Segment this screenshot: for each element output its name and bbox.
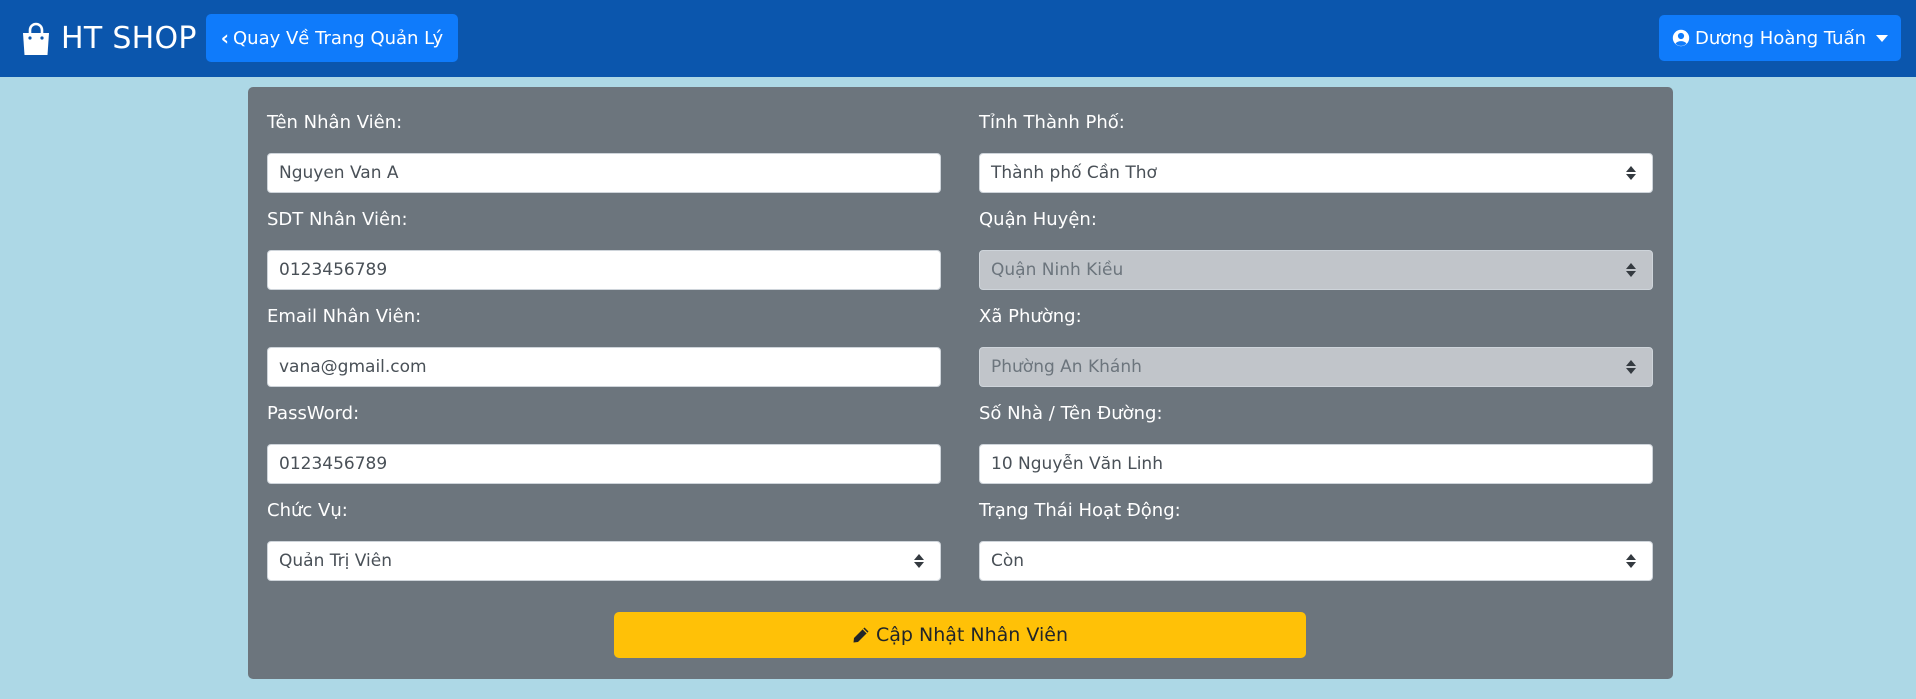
employee-name-value: Nguyen Van A: [279, 163, 399, 183]
user-name: Dương Hoàng Tuấn: [1694, 27, 1867, 49]
select-arrows-icon: [1626, 554, 1636, 568]
employee-phone-label: SDT Nhân Viên:: [267, 209, 408, 230]
province-label: Tỉnh Thành Phố:: [979, 112, 1125, 133]
district-value: Quận Ninh Kiều: [991, 260, 1124, 280]
back-to-admin-button[interactable]: ‹ Quay Về Trang Quản Lý: [206, 14, 458, 62]
chevron-left-icon: ‹: [220, 26, 230, 50]
district-label: Quận Huyện:: [979, 209, 1097, 230]
position-select[interactable]: Quản Trị Viên: [267, 541, 941, 581]
employee-email-value: vana@gmail.com: [279, 357, 427, 377]
employee-email-label: Email Nhân Viên:: [267, 306, 422, 327]
employee-phone-group: SDT Nhân Viên: 0123456789: [267, 208, 941, 290]
position-value: Quản Trị Viên: [279, 551, 392, 571]
employee-phone-value: 0123456789: [279, 260, 388, 280]
province-select[interactable]: Thành phố Cần Thơ: [979, 153, 1653, 193]
employee-email-group: Email Nhân Viên: vana@gmail.com: [267, 305, 941, 387]
user-menu-button[interactable]: Dương Hoàng Tuấn: [1659, 15, 1901, 61]
street-address-input[interactable]: 10 Nguyễn Văn Linh: [979, 444, 1653, 484]
street-address-group: Số Nhà / Tên Đường: 10 Nguyễn Văn Linh: [979, 402, 1653, 484]
update-employee-button[interactable]: Cập Nhật Nhân Viên: [614, 612, 1306, 658]
street-address-value: 10 Nguyễn Văn Linh: [991, 454, 1163, 474]
district-group: Quận Huyện: Quận Ninh Kiều: [979, 208, 1653, 290]
user-circle-icon: [1672, 29, 1690, 47]
select-arrows-icon: [1626, 166, 1636, 180]
shopping-bag-icon: [23, 22, 49, 55]
employee-edit-panel: Tên Nhân Viên: Nguyen Van A SDT Nhân Viê…: [248, 87, 1673, 679]
district-select[interactable]: Quận Ninh Kiều: [979, 250, 1653, 290]
pencil-icon: [853, 627, 869, 643]
ward-select[interactable]: Phường An Khánh: [979, 347, 1653, 387]
caret-down-icon: [1876, 34, 1889, 42]
ward-label: Xã Phường:: [979, 306, 1082, 327]
password-group: PassWord: 0123456789: [267, 402, 941, 484]
ward-value: Phường An Khánh: [991, 357, 1142, 377]
status-label: Trạng Thái Hoạt Động:: [979, 500, 1181, 521]
status-group: Trạng Thái Hoạt Động: Còn: [979, 499, 1653, 581]
employee-name-label: Tên Nhân Viên:: [267, 112, 403, 133]
employee-name-group: Tên Nhân Viên: Nguyen Van A: [267, 111, 941, 193]
select-arrows-icon: [1626, 263, 1636, 277]
employee-name-input[interactable]: Nguyen Van A: [267, 153, 941, 193]
street-address-label: Số Nhà / Tên Đường:: [979, 403, 1163, 424]
position-group: Chức Vụ: Quản Trị Viên: [267, 499, 941, 581]
position-label: Chức Vụ:: [267, 500, 348, 521]
province-value: Thành phố Cần Thơ: [991, 163, 1157, 183]
top-navbar: HT SHOP ‹ Quay Về Trang Quản Lý Dương Ho…: [0, 0, 1916, 77]
password-label: PassWord:: [267, 403, 360, 424]
employee-phone-input[interactable]: 0123456789: [267, 250, 941, 290]
status-value: Còn: [991, 551, 1025, 571]
password-value: 0123456789: [279, 454, 388, 474]
brand-name: HT SHOP: [61, 21, 197, 56]
employee-email-input[interactable]: vana@gmail.com: [267, 347, 941, 387]
update-button-label: Cập Nhật Nhân Viên: [876, 624, 1068, 646]
province-group: Tỉnh Thành Phố: Thành phố Cần Thơ: [979, 111, 1653, 193]
status-select[interactable]: Còn: [979, 541, 1653, 581]
select-arrows-icon: [1626, 360, 1636, 374]
back-button-label: Quay Về Trang Quản Lý: [233, 27, 444, 49]
ward-group: Xã Phường: Phường An Khánh: [979, 305, 1653, 387]
password-input[interactable]: 0123456789: [267, 444, 941, 484]
brand-logo[interactable]: HT SHOP: [20, 20, 197, 57]
select-arrows-icon: [914, 554, 924, 568]
